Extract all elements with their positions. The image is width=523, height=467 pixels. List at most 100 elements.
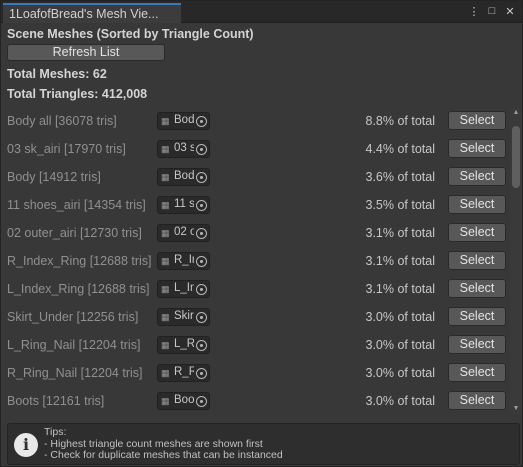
percent-of-total-label: 3.1% of total xyxy=(365,282,436,296)
mesh-viewer-window: 1LoafofBread's Mesh Vie... ⋮ □ ✕ Scene M… xyxy=(0,0,523,467)
mesh-object-field[interactable]: ▦ L_In xyxy=(157,280,210,298)
list-item: R_Index_Ring [12688 tris] ▦ R_In 3.1% of to… xyxy=(1,248,509,276)
select-button[interactable]: Select xyxy=(448,335,506,354)
mesh-name-label: 11 shoes_airi [14354 tris] xyxy=(7,198,146,212)
percent-of-total-label: 3.5% of total xyxy=(365,198,436,212)
select-button[interactable]: Select xyxy=(448,111,506,130)
mesh-icon: ▦ xyxy=(161,396,170,406)
percent-of-total-label: 3.0% of total xyxy=(365,394,436,408)
mesh-object-field-text: Skir xyxy=(174,310,194,322)
mesh-icon: ▦ xyxy=(161,256,170,266)
select-button[interactable]: Select xyxy=(448,223,506,242)
select-button[interactable]: Select xyxy=(448,139,506,158)
mesh-object-field[interactable]: ▦ Body xyxy=(157,168,210,186)
tips-line-2: - Check for duplicate meshes that can be… xyxy=(44,449,283,461)
scroll-down-arrow-icon[interactable]: ▼ xyxy=(512,405,520,413)
mesh-name-label: 02 outer_airi [12730 tris] xyxy=(7,226,142,240)
object-picker-icon[interactable] xyxy=(196,396,207,407)
object-picker-icon[interactable] xyxy=(196,312,207,323)
mesh-object-field-text: L_In xyxy=(174,282,194,294)
object-picker-icon[interactable] xyxy=(196,340,207,351)
select-button[interactable]: Select xyxy=(448,167,506,186)
panel-content: Scene Meshes (Sorted by Triangle Count) … xyxy=(1,24,522,466)
tips-text: Tips: - Highest triangle count meshes ar… xyxy=(44,426,283,462)
mesh-object-field-text: Body xyxy=(174,170,194,182)
mesh-object-field[interactable]: ▦ Skir xyxy=(157,308,210,326)
select-button[interactable]: Select xyxy=(448,307,506,326)
window-controls: ⋮ □ ✕ xyxy=(468,4,516,18)
percent-of-total-label: 4.4% of total xyxy=(365,142,436,156)
object-picker-icon[interactable] xyxy=(196,284,207,295)
mesh-object-field-text: L_Ri xyxy=(174,338,194,350)
mesh-icon: ▦ xyxy=(161,284,170,294)
tips-title: Tips: xyxy=(44,426,67,438)
select-button[interactable]: Select xyxy=(448,391,506,410)
percent-of-total-label: 3.1% of total xyxy=(365,226,436,240)
object-picker-icon[interactable] xyxy=(196,228,207,239)
object-picker-icon[interactable] xyxy=(196,144,207,155)
mesh-object-field[interactable]: ▦ 11 s xyxy=(157,196,210,214)
object-picker-icon[interactable] xyxy=(196,200,207,211)
select-button[interactable]: Select xyxy=(448,195,506,214)
close-icon[interactable]: ✕ xyxy=(504,4,516,18)
list-item: 03 sk_airi [17970 tris] ▦ 03 sk 4.4% of tot… xyxy=(1,136,509,164)
mesh-name-label: L_Index_Ring [12688 tris] xyxy=(7,282,150,296)
percent-of-total-label: 3.0% of total xyxy=(365,310,436,324)
list-item: Skirt_Under [12256 tris] ▦ Skir 3.0% of tot… xyxy=(1,304,509,332)
mesh-object-field-text: 11 s xyxy=(174,198,194,210)
percent-of-total-label: 3.6% of total xyxy=(365,170,436,184)
total-meshes-label: Total Meshes: 62 xyxy=(7,67,107,81)
tab-bar: 1LoafofBread's Mesh Vie... ⋮ □ ✕ xyxy=(1,1,522,23)
mesh-list[interactable]: Body all [36078 tris] ▦ Body 8.8% of total S… xyxy=(1,108,509,414)
list-item: R_Ring_Nail [12204 tris] ▦ R_Ri 3.0% of tot… xyxy=(1,360,509,388)
mesh-object-field[interactable]: ▦ 02 o xyxy=(157,224,210,242)
mesh-object-field-text: 02 o xyxy=(174,226,194,238)
mesh-name-label: Skirt_Under [12256 tris] xyxy=(7,310,139,324)
maximize-icon[interactable]: □ xyxy=(486,4,498,18)
mesh-name-label: 03 sk_airi [17970 tris] xyxy=(7,142,126,156)
mesh-object-field[interactable]: ▦ 03 sk xyxy=(157,140,210,158)
total-triangles-label: Total Triangles: 412,008 xyxy=(7,87,148,101)
scroll-up-arrow-icon[interactable]: ▲ xyxy=(512,109,520,117)
scrollbar-thumb[interactable] xyxy=(512,126,520,188)
mesh-name-label: R_Ring_Nail [12204 tris] xyxy=(7,366,143,380)
mesh-name-label: L_Ring_Nail [12204 tris] xyxy=(7,338,141,352)
mesh-icon: ▦ xyxy=(161,368,170,378)
select-button[interactable]: Select xyxy=(448,251,506,270)
list-item: Body [14912 tris] ▦ Body 3.6% of total Selec… xyxy=(1,164,509,192)
mesh-object-field[interactable]: ▦ Boot xyxy=(157,392,210,410)
object-picker-icon[interactable] xyxy=(196,368,207,379)
object-picker-icon[interactable] xyxy=(196,256,207,267)
object-picker-icon[interactable] xyxy=(196,172,207,183)
mesh-object-field[interactable]: ▦ R_Ri xyxy=(157,364,210,382)
mesh-name-label: R_Index_Ring [12688 tris] xyxy=(7,254,152,268)
mesh-object-field-text: R_In xyxy=(174,254,194,266)
mesh-icon: ▦ xyxy=(161,116,170,126)
mesh-name-label: Body [14912 tris] xyxy=(7,170,101,184)
tips-helpbox: i Tips: - Highest triangle count meshes … xyxy=(7,423,520,465)
percent-of-total-label: 3.0% of total xyxy=(365,338,436,352)
object-picker-icon[interactable] xyxy=(196,116,207,127)
mesh-object-field[interactable]: ▦ R_In xyxy=(157,252,210,270)
mesh-icon: ▦ xyxy=(161,144,170,154)
percent-of-total-label: 3.0% of total xyxy=(365,366,436,380)
mesh-icon: ▦ xyxy=(161,340,170,350)
refresh-list-button[interactable]: Refresh List xyxy=(7,44,165,61)
tab-mesh-viewer[interactable]: 1LoafofBread's Mesh Vie... xyxy=(3,3,181,23)
mesh-icon: ▦ xyxy=(161,200,170,210)
mesh-object-field[interactable]: ▦ Body xyxy=(157,112,210,130)
mesh-name-label: Boots [12161 tris] xyxy=(7,394,105,408)
list-item: 02 outer_airi [12730 tris] ▦ 02 o 3.1% of t… xyxy=(1,220,509,248)
more-vertical-icon[interactable]: ⋮ xyxy=(468,4,480,18)
mesh-object-field-text: R_Ri xyxy=(174,366,194,378)
select-button[interactable]: Select xyxy=(448,279,506,298)
mesh-icon: ▦ xyxy=(161,312,170,322)
mesh-object-field[interactable]: ▦ L_Ri xyxy=(157,336,210,354)
mesh-name-label: Body all [36078 tris] xyxy=(7,114,117,128)
list-item: 11 shoes_airi [14354 tris] ▦ 11 s 3.5% of t… xyxy=(1,192,509,220)
percent-of-total-label: 3.1% of total xyxy=(365,254,436,268)
list-item: Boots [12161 tris] ▦ Boot 3.0% of total Sele… xyxy=(1,388,509,414)
percent-of-total-label: 8.8% of total xyxy=(365,114,436,128)
select-button[interactable]: Select xyxy=(448,363,506,382)
vertical-scrollbar[interactable]: ▲ ▼ xyxy=(510,108,522,414)
